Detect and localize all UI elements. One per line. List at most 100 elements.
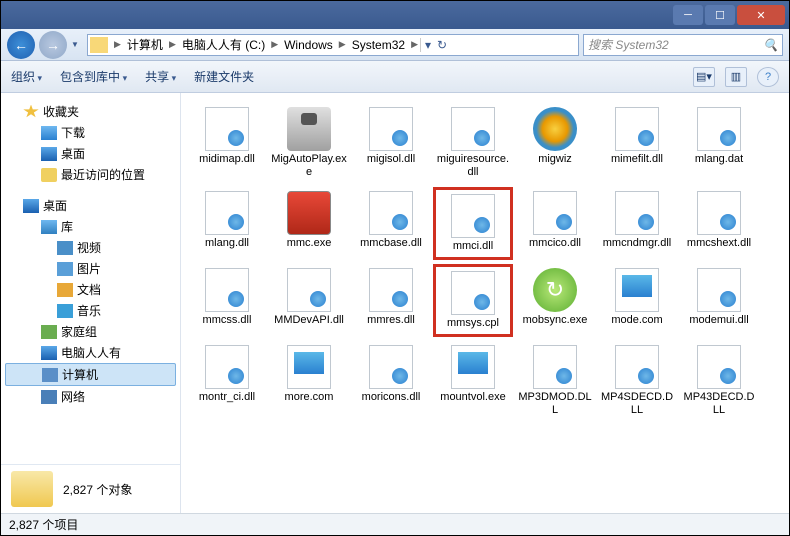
help-button[interactable]: ?: [757, 67, 779, 87]
breadcrumb[interactable]: 计算机: [123, 36, 167, 53]
sidebar-user[interactable]: 电脑人人有: [5, 342, 176, 363]
sidebar-desktop[interactable]: 桌面: [5, 143, 176, 164]
file-item[interactable]: moricons.dll: [351, 341, 431, 421]
desktop-group[interactable]: 桌面: [5, 195, 176, 216]
file-name: mode.com: [611, 314, 662, 327]
dll-file-icon: [615, 191, 659, 235]
file-item[interactable]: MP43DECD.DLL: [679, 341, 759, 421]
sidebar-network[interactable]: 网络: [5, 386, 176, 407]
address-bar[interactable]: ▶ 计算机 ▶ 电脑人人有 (C:) ▶ Windows ▶ System32 …: [87, 34, 579, 56]
sidebar-downloads[interactable]: 下载: [5, 122, 176, 143]
dll-file-icon: [369, 345, 413, 389]
view-options-button[interactable]: ▤▾: [693, 67, 715, 87]
sidebar-pictures[interactable]: 图片: [5, 258, 176, 279]
chevron-right-icon[interactable]: ▶: [337, 39, 348, 50]
preview-pane-button[interactable]: ▥: [725, 67, 747, 87]
back-button[interactable]: ←: [7, 31, 35, 59]
file-name: MP3DMOD.DLL: [517, 391, 593, 417]
file-item[interactable]: more.com: [269, 341, 349, 421]
titlebar: ─ ☐ ✕: [1, 1, 789, 29]
file-item[interactable]: MigAutoPlay.exe: [269, 103, 349, 183]
breadcrumb[interactable]: 电脑人人有 (C:): [178, 36, 269, 53]
file-item[interactable]: MMDevAPI.dll: [269, 264, 349, 337]
mig-file-icon: [533, 107, 577, 151]
refresh-icon[interactable]: ↻: [437, 38, 447, 52]
file-item[interactable]: mmc.exe: [269, 187, 349, 260]
file-name: migisol.dll: [367, 153, 415, 166]
desktop-icon: [41, 147, 57, 161]
search-icon[interactable]: 🔍: [763, 38, 778, 52]
file-item[interactable]: mobsync.exe: [515, 264, 595, 337]
file-item[interactable]: migisol.dll: [351, 103, 431, 183]
recent-icon: [41, 168, 57, 182]
file-item[interactable]: mountvol.exe: [433, 341, 513, 421]
minimize-button[interactable]: ─: [673, 5, 703, 25]
file-name: mmci.dll: [453, 240, 493, 253]
file-name: more.com: [285, 391, 334, 404]
mmc-file-icon: [287, 191, 331, 235]
file-item[interactable]: mlang.dll: [187, 187, 267, 260]
file-item[interactable]: MP4SDECD.DLL: [597, 341, 677, 421]
chevron-down-icon[interactable]: ▾: [425, 38, 431, 52]
file-list[interactable]: midimap.dll MigAutoPlay.exe migisol.dll mig…: [181, 93, 789, 513]
file-item[interactable]: MP3DMOD.DLL: [515, 341, 595, 421]
dll-file-icon: [369, 107, 413, 151]
maximize-button[interactable]: ☐: [705, 5, 735, 25]
newfolder-button[interactable]: 新建文件夹: [194, 68, 254, 85]
chevron-right-icon[interactable]: ▶: [112, 39, 123, 50]
forward-button[interactable]: →: [39, 31, 67, 59]
file-name: montr_ci.dll: [199, 391, 255, 404]
user-icon: [41, 346, 57, 360]
dll-file-icon: [615, 107, 659, 151]
chevron-right-icon[interactable]: ▶: [269, 39, 280, 50]
file-item[interactable]: mlang.dat: [679, 103, 759, 183]
file-name: mimefilt.dll: [611, 153, 663, 166]
search-input[interactable]: 搜索 System32 🔍: [583, 34, 783, 56]
address-actions: ▾ ↻: [420, 38, 451, 52]
sidebar-libraries[interactable]: 库: [5, 216, 176, 237]
file-item[interactable]: migwiz: [515, 103, 595, 183]
file-item[interactable]: miguiresource.dll: [433, 103, 513, 183]
file-name: modemui.dll: [689, 314, 748, 327]
file-item[interactable]: mmsys.cpl: [433, 264, 513, 337]
sidebar-homegroup[interactable]: 家庭组: [5, 321, 176, 342]
file-item[interactable]: mimefilt.dll: [597, 103, 677, 183]
file-item[interactable]: mmcbase.dll: [351, 187, 431, 260]
library-icon: [41, 220, 57, 234]
include-menu[interactable]: 包含到库中: [60, 68, 127, 85]
file-item[interactable]: mmcshext.dll: [679, 187, 759, 260]
search-placeholder: 搜索 System32: [588, 36, 669, 53]
file-item[interactable]: mmcndmgr.dll: [597, 187, 677, 260]
history-dropdown[interactable]: ▼: [71, 40, 83, 49]
file-name: migwiz: [538, 153, 572, 166]
navigation-bar: ← → ▼ ▶ 计算机 ▶ 电脑人人有 (C:) ▶ Windows ▶ Sys…: [1, 29, 789, 61]
file-item[interactable]: mmres.dll: [351, 264, 431, 337]
file-item[interactable]: mode.com: [597, 264, 677, 337]
breadcrumb[interactable]: System32: [348, 38, 409, 52]
exe-file-icon: [287, 107, 331, 151]
sidebar-music[interactable]: 音乐: [5, 300, 176, 321]
file-item[interactable]: mmci.dll: [433, 187, 513, 260]
sync-file-icon: [533, 268, 577, 312]
close-button[interactable]: ✕: [737, 5, 785, 25]
file-name: mmcbase.dll: [360, 237, 422, 250]
file-item[interactable]: montr_ci.dll: [187, 341, 267, 421]
breadcrumb[interactable]: Windows: [280, 38, 337, 52]
dll-file-icon: [615, 345, 659, 389]
sidebar-documents[interactable]: 文档: [5, 279, 176, 300]
file-item[interactable]: mmcss.dll: [187, 264, 267, 337]
sidebar-recent[interactable]: 最近访问的位置: [5, 164, 176, 185]
organize-menu[interactable]: 组织: [11, 68, 42, 85]
sidebar-videos[interactable]: 视频: [5, 237, 176, 258]
favorites-group[interactable]: 收藏夹: [5, 101, 176, 122]
file-name: midimap.dll: [199, 153, 255, 166]
dll-file-icon: [205, 345, 249, 389]
file-item[interactable]: modemui.dll: [679, 264, 759, 337]
network-icon: [41, 390, 57, 404]
file-item[interactable]: midimap.dll: [187, 103, 267, 183]
chevron-right-icon[interactable]: ▶: [409, 39, 420, 50]
file-item[interactable]: mmcico.dll: [515, 187, 595, 260]
chevron-right-icon[interactable]: ▶: [167, 39, 178, 50]
share-menu[interactable]: 共享: [145, 68, 176, 85]
sidebar-computer[interactable]: 计算机: [5, 363, 176, 386]
